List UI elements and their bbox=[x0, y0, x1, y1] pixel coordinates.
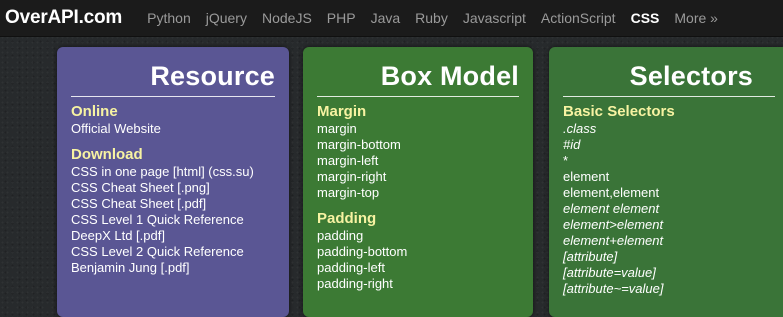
nav-link-actionscript[interactable]: ActionScript bbox=[541, 10, 616, 26]
section-heading-padding: Padding bbox=[317, 210, 377, 227]
section-heading-margin: Margin bbox=[317, 103, 367, 120]
link-padding-right[interactable]: padding-right bbox=[317, 276, 519, 292]
link-attribute-contains-word-selector[interactable]: [attribute~=value] bbox=[563, 281, 775, 297]
link-class-selector[interactable]: .class bbox=[563, 121, 775, 137]
link-level2-reference[interactable]: CSS Level 2 Quick Reference bbox=[71, 244, 275, 260]
card-title: Resource bbox=[71, 61, 275, 97]
link-margin-bottom[interactable]: margin-bottom bbox=[317, 137, 519, 153]
link-deepx-pdf[interactable]: DeepX Ltd [.pdf] bbox=[71, 228, 275, 244]
card-title: Box Model bbox=[317, 61, 519, 97]
link-level1-reference[interactable]: CSS Level 1 Quick Reference bbox=[71, 212, 275, 228]
nav-link-css[interactable]: CSS bbox=[631, 10, 660, 26]
card-title: Selectors bbox=[563, 61, 775, 97]
link-adjacent-selector[interactable]: element+element bbox=[563, 233, 775, 249]
link-css-one-page[interactable]: CSS in one page [html] (css.su) bbox=[71, 164, 275, 180]
link-margin-left[interactable]: margin-left bbox=[317, 153, 519, 169]
selectors-card: Selectors Basic Selectors .class #id * e… bbox=[549, 47, 783, 317]
language-nav: Python jQuery NodeJS PHP Java Ruby Javas… bbox=[147, 10, 733, 26]
nav-link-nodejs[interactable]: NodeJS bbox=[262, 10, 312, 26]
section-heading-basic-selectors: Basic Selectors bbox=[563, 103, 675, 120]
link-child-selector[interactable]: element>element bbox=[563, 217, 775, 233]
link-element-selector[interactable]: element bbox=[563, 169, 775, 185]
link-attribute-selector[interactable]: [attribute] bbox=[563, 249, 775, 265]
link-padding[interactable]: padding bbox=[317, 228, 519, 244]
link-attribute-value-selector[interactable]: [attribute=value] bbox=[563, 265, 775, 281]
link-universal-selector[interactable]: * bbox=[563, 153, 775, 169]
section-heading-download: Download bbox=[71, 146, 143, 163]
resource-card: Resource Online Official Website Downloa… bbox=[57, 47, 289, 317]
nav-link-java[interactable]: Java bbox=[371, 10, 401, 26]
section-heading-online: Online bbox=[71, 103, 118, 120]
box-model-card: Box Model Margin margin margin-bottom ma… bbox=[303, 47, 533, 317]
link-cheat-sheet-pdf[interactable]: CSS Cheat Sheet [.pdf] bbox=[71, 196, 275, 212]
link-group-selector[interactable]: element,element bbox=[563, 185, 775, 201]
link-id-selector[interactable]: #id bbox=[563, 137, 775, 153]
nav-link-more[interactable]: More » bbox=[674, 10, 718, 26]
link-padding-left[interactable]: padding-left bbox=[317, 260, 519, 276]
site-logo[interactable]: OverAPI.com bbox=[0, 7, 122, 29]
link-cheat-sheet-png[interactable]: CSS Cheat Sheet [.png] bbox=[71, 180, 275, 196]
nav-link-ruby[interactable]: Ruby bbox=[415, 10, 448, 26]
nav-link-jquery[interactable]: jQuery bbox=[206, 10, 247, 26]
link-official-website[interactable]: Official Website bbox=[71, 121, 275, 137]
link-descendant-selector[interactable]: element element bbox=[563, 201, 775, 217]
link-benjamin-jung-pdf[interactable]: Benjamin Jung [.pdf] bbox=[71, 260, 275, 276]
nav-link-javascript[interactable]: Javascript bbox=[463, 10, 526, 26]
link-margin-right[interactable]: margin-right bbox=[317, 169, 519, 185]
nav-link-python[interactable]: Python bbox=[147, 10, 191, 26]
link-padding-bottom[interactable]: padding-bottom bbox=[317, 244, 519, 260]
link-margin[interactable]: margin bbox=[317, 121, 519, 137]
link-margin-top[interactable]: margin-top bbox=[317, 185, 519, 201]
top-navigation-bar: OverAPI.com Python jQuery NodeJS PHP Jav… bbox=[0, 0, 783, 37]
nav-link-php[interactable]: PHP bbox=[327, 10, 356, 26]
